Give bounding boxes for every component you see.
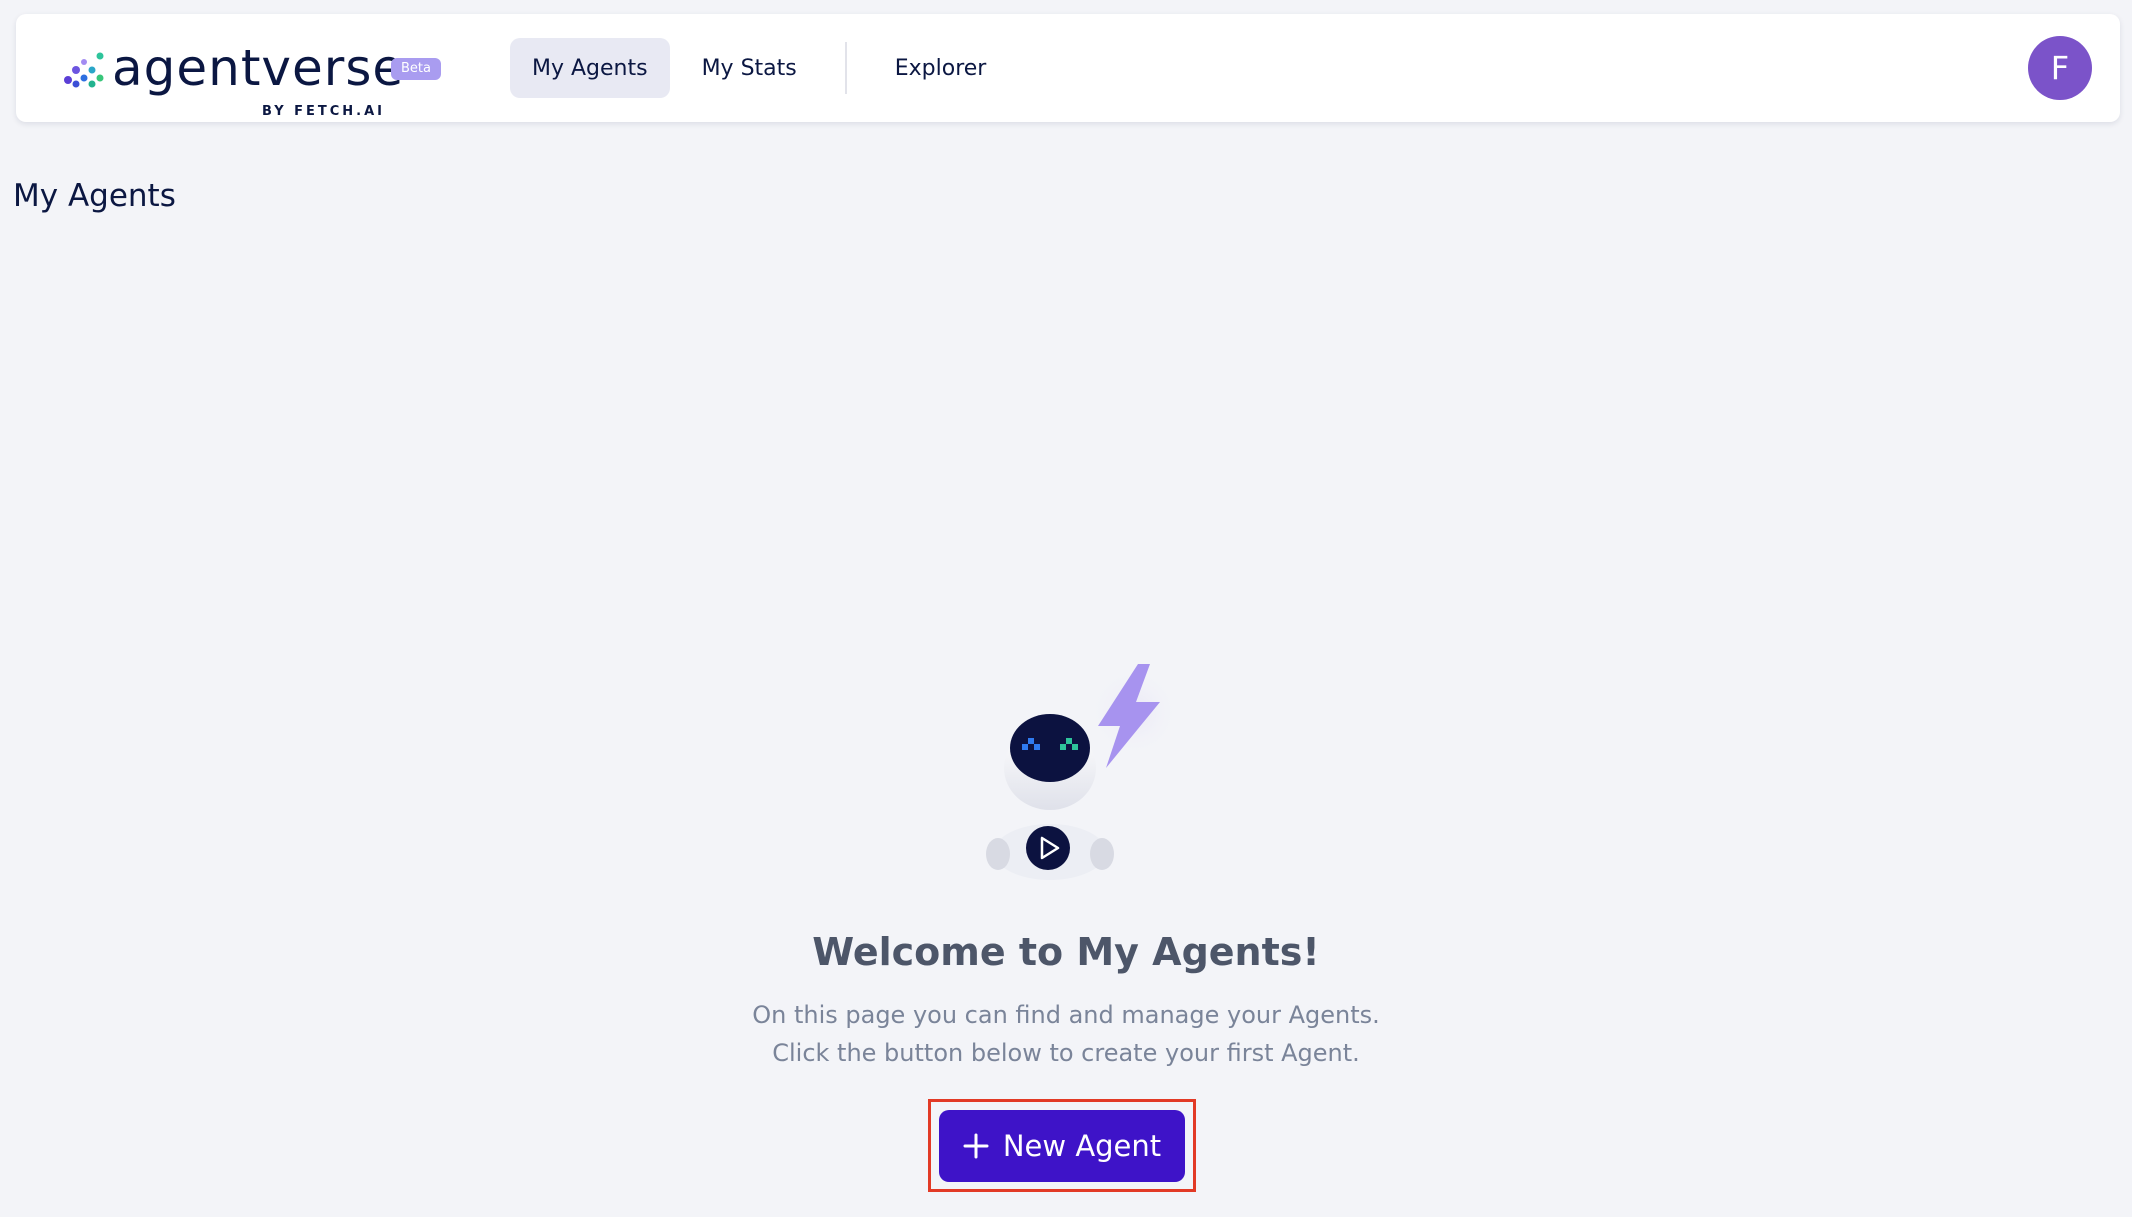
new-agent-button-label: New Agent	[1002, 1129, 1162, 1163]
nav-divider	[844, 42, 847, 94]
empty-state-heading: Welcome to My Agents!	[812, 930, 1320, 974]
main-nav: My Agents My Stats Explorer	[510, 38, 1008, 98]
plus-icon	[963, 1133, 989, 1159]
nav-my-agents[interactable]: My Agents	[510, 38, 670, 98]
play-circle-icon	[1026, 826, 1070, 870]
nav-explorer[interactable]: Explorer	[873, 38, 1009, 98]
beta-badge: Beta	[391, 58, 441, 80]
logo-wordmark: agentverse	[112, 39, 405, 97]
empty-state-description: On this page you can find and manage you…	[0, 996, 2132, 1072]
nav-my-stats[interactable]: My Stats	[680, 38, 819, 98]
user-avatar[interactable]: F	[2028, 36, 2092, 100]
page-title: My Agents	[13, 178, 176, 214]
top-navbar: agentverse Beta BY FETCH.AI My Agents My…	[16, 14, 2120, 122]
new-agent-button[interactable]: New Agent	[939, 1110, 1185, 1182]
logo-byline: BY FETCH.AI	[262, 104, 386, 119]
logo-dots-icon	[64, 52, 104, 88]
empty-state-line-2: Click the button below to create your fi…	[772, 1039, 1360, 1067]
agentverse-logo[interactable]: agentverse Beta BY FETCH.AI	[46, 28, 446, 128]
robot-agent-illustration	[986, 664, 1180, 880]
empty-state-line-1: On this page you can find and manage you…	[752, 1001, 1380, 1029]
